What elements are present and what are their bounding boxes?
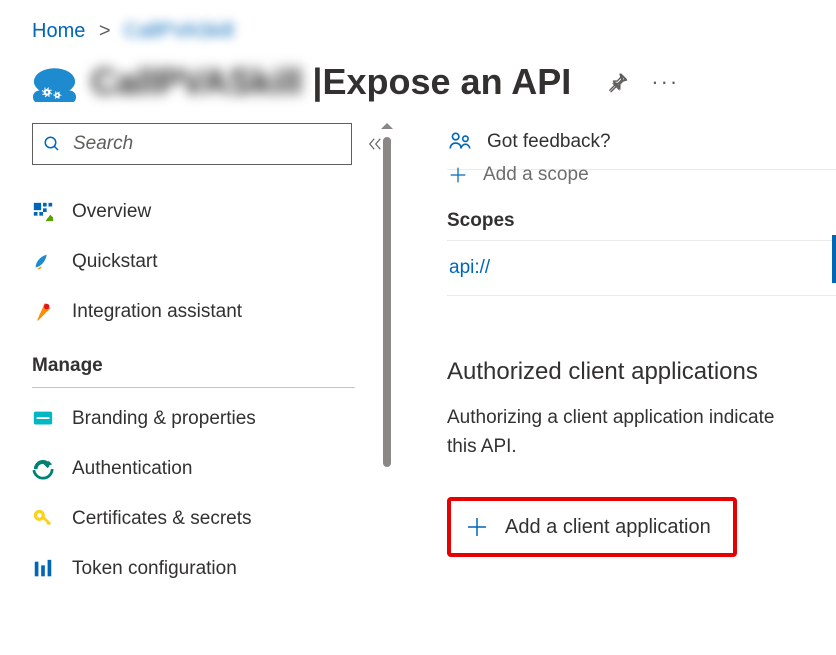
- sidebar-scrollbar[interactable]: [379, 123, 395, 553]
- breadcrumb: Home > CallPVASkill: [0, 0, 836, 51]
- breadcrumb-separator: >: [99, 20, 111, 42]
- sidebar: Overview Quickstart Integration assistan…: [0, 123, 395, 594]
- certificates-secrets-icon: [32, 508, 54, 530]
- sidebar-item-branding[interactable]: Branding & properties: [32, 394, 395, 444]
- sidebar-item-authentication[interactable]: Authentication: [32, 444, 395, 494]
- scopes-heading: Scopes: [447, 210, 836, 240]
- branding-icon: [32, 408, 54, 430]
- scope-api-uri-link[interactable]: api://: [447, 257, 490, 278]
- plus-icon: [447, 164, 469, 186]
- add-client-application-label: Add a client application: [505, 516, 711, 539]
- main-content: Got feedback? Add a scope Scopes api:// …: [395, 123, 836, 594]
- sidebar-item-token-configuration[interactable]: Token configuration: [32, 544, 395, 594]
- app-registration-icon: [32, 62, 77, 102]
- authentication-icon: [32, 458, 54, 480]
- add-scope-button[interactable]: Add a scope: [447, 162, 836, 186]
- sidebar-item-integration-assistant[interactable]: Integration assistant: [32, 287, 395, 337]
- plus-icon: [465, 515, 489, 539]
- authorized-client-applications-heading: Authorized client applications: [447, 358, 836, 386]
- page-title-section: Expose an API: [323, 61, 572, 103]
- sidebar-item-label: Certificates & secrets: [72, 508, 252, 530]
- sidebar-item-label: Token configuration: [72, 558, 237, 580]
- authorized-client-applications-description: Authorizing a client application indicat…: [447, 404, 836, 461]
- sidebar-item-quickstart[interactable]: Quickstart: [32, 237, 395, 287]
- integration-assistant-icon: [32, 301, 54, 323]
- sidebar-section-manage: Manage: [32, 337, 355, 388]
- scopes-row: api://: [447, 240, 836, 296]
- sidebar-item-certificates-secrets[interactable]: Certificates & secrets: [32, 494, 395, 544]
- sidebar-scrollbar-thumb[interactable]: [383, 137, 391, 467]
- page-title-app-name: CallPVASkill: [91, 61, 302, 103]
- breadcrumb-app-name[interactable]: CallPVASkill: [124, 20, 234, 42]
- token-configuration-icon: [32, 558, 54, 580]
- search-input[interactable]: [71, 132, 341, 156]
- quickstart-icon: [32, 251, 54, 273]
- sidebar-item-label: Quickstart: [72, 251, 158, 273]
- feedback-icon: [447, 129, 473, 155]
- sidebar-item-label: Overview: [72, 201, 151, 223]
- overview-icon: [32, 201, 54, 223]
- search-input-container[interactable]: [32, 123, 352, 165]
- pin-icon[interactable]: [607, 71, 629, 93]
- more-icon[interactable]: ···: [651, 71, 679, 93]
- page-title-separator: |: [312, 61, 322, 103]
- feedback-label: Got feedback?: [487, 131, 611, 153]
- add-scope-label: Add a scope: [483, 164, 589, 186]
- sidebar-item-overview[interactable]: Overview: [32, 187, 395, 237]
- sidebar-item-label: Branding & properties: [72, 408, 256, 430]
- page-header: CallPVASkill | Expose an API ···: [0, 51, 836, 123]
- add-client-application-button[interactable]: Add a client application: [447, 497, 737, 557]
- row-selection-indicator: [832, 235, 836, 283]
- breadcrumb-home[interactable]: Home: [32, 20, 85, 42]
- page-title: CallPVASkill | Expose an API: [91, 61, 571, 103]
- sidebar-item-label: Authentication: [72, 458, 192, 480]
- sidebar-item-label: Integration assistant: [72, 301, 242, 323]
- search-icon: [43, 135, 61, 153]
